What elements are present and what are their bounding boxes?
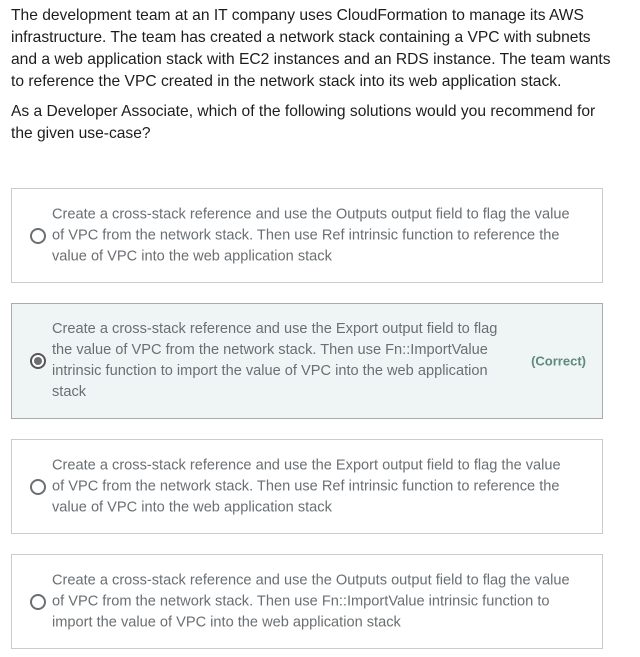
answer-option-1[interactable]: Create a cross-stack reference and use t… — [11, 188, 603, 283]
radio-button[interactable] — [30, 478, 46, 495]
answer-option-2[interactable]: Create a cross-stack reference and use t… — [11, 303, 603, 419]
answer-option-3[interactable]: Create a cross-stack reference and use t… — [11, 439, 603, 534]
radio-button-selected[interactable] — [30, 353, 46, 369]
option-text: Create a cross-stack reference and use t… — [52, 457, 561, 515]
question-text: The development team at an IT company us… — [11, 5, 611, 153]
question-paragraph: The development team at an IT company us… — [11, 7, 611, 90]
radio-button[interactable] — [30, 593, 46, 610]
answer-option-4[interactable]: Create a cross-stack reference and use t… — [11, 554, 603, 649]
option-text: Create a cross-stack reference and use t… — [52, 206, 570, 264]
radio-button[interactable] — [30, 227, 46, 244]
option-text: Create a cross-stack reference and use t… — [52, 572, 570, 630]
correct-badge: (Correct) — [531, 353, 586, 369]
question-prompt: As a Developer Associate, which of the f… — [11, 103, 596, 142]
option-text: Create a cross-stack reference and use t… — [52, 321, 498, 400]
